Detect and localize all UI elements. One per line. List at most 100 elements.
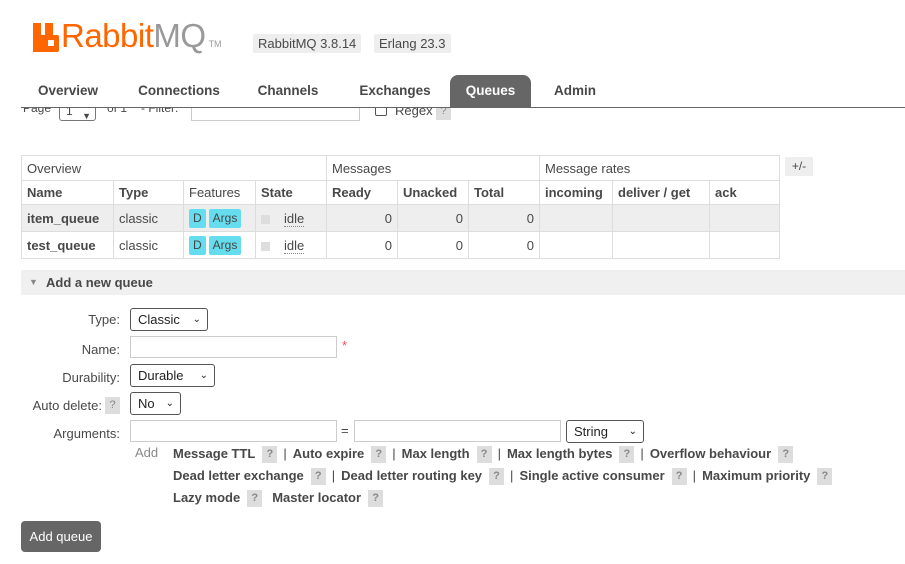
help-icon[interactable]: ?: [262, 446, 278, 464]
help-icon[interactable]: ?: [247, 490, 263, 508]
group-message-rates: Message rates: [539, 155, 780, 181]
col-state[interactable]: State: [255, 180, 327, 205]
queue-name-link[interactable]: test_queue: [21, 231, 114, 259]
queue-incoming: [539, 231, 613, 259]
arg-dead-letter-exchange[interactable]: Dead letter exchange: [173, 468, 304, 483]
argument-shortcuts-line-3: Lazy mode? Master locator?: [173, 490, 384, 508]
durability-select[interactable]: Durable ⌄: [130, 364, 215, 387]
col-features: Features: [183, 180, 256, 205]
help-icon[interactable]: ?: [476, 446, 492, 464]
queue-name-link[interactable]: item_queue: [21, 204, 114, 232]
feature-args-badge: Args: [208, 208, 242, 228]
arg-overflow-behaviour[interactable]: Overflow behaviour: [650, 446, 771, 461]
regex-checkbox[interactable]: [375, 108, 387, 116]
col-total[interactable]: Total: [468, 180, 540, 205]
chevron-down-icon: ⌄: [199, 370, 208, 381]
rabbitmq-logo: RabbitMQ TM: [33, 18, 222, 52]
feature-durable-badge: D: [189, 235, 206, 255]
name-label: Name:: [81, 342, 120, 357]
help-icon[interactable]: ?: [778, 446, 794, 464]
queue-ready: 0: [326, 231, 398, 259]
feature-args-badge: Args: [208, 235, 242, 255]
main-tabs: Overview Connections Channels Exchanges …: [21, 75, 905, 108]
regex-label: Regex: [395, 108, 433, 118]
durability-label: Durability:: [62, 370, 120, 385]
help-icon[interactable]: ?: [619, 446, 635, 464]
tab-exchanges[interactable]: Exchanges: [347, 75, 443, 107]
argument-shortcuts-line-2: Dead letter exchange? | Dead letter routin…: [173, 468, 833, 486]
arg-single-active-consumer[interactable]: Single active consumer: [519, 468, 664, 483]
columns-toggle-button[interactable]: +/-: [785, 157, 813, 176]
group-overview: Overview: [21, 155, 327, 181]
page-select[interactable]: 1 ▼: [59, 108, 96, 121]
regex-help-icon[interactable]: ?: [436, 108, 451, 120]
logo-text: RabbitMQ: [61, 17, 206, 54]
page-of-label: of 1: [107, 108, 128, 115]
argument-shortcuts-line-1: Message TTL? | Auto expire? | Max length? | Ma…: [173, 446, 794, 464]
col-incoming[interactable]: incoming: [539, 180, 613, 205]
rabbitmq-mark-icon: [33, 23, 59, 52]
version-badge: RabbitMQ 3.8.14: [253, 34, 362, 53]
col-type[interactable]: Type: [113, 180, 184, 205]
chevron-down-icon: ⌄: [165, 398, 174, 409]
queue-total: 0: [468, 231, 540, 259]
page-label: Page: [23, 108, 52, 115]
queue-incoming: [539, 204, 613, 232]
auto-delete-select[interactable]: No ⌄: [130, 392, 181, 415]
queue-ready: 0: [326, 204, 398, 232]
chevron-down-icon: ⌄: [628, 426, 637, 437]
queue-type: classic: [113, 231, 184, 259]
tab-connections[interactable]: Connections: [128, 75, 230, 107]
arg-dead-letter-routing-key[interactable]: Dead letter routing key: [341, 468, 482, 483]
help-icon[interactable]: ?: [371, 446, 387, 464]
group-messages: Messages: [326, 155, 540, 181]
tab-overview[interactable]: Overview: [27, 75, 109, 107]
state-indicator-icon: [261, 214, 270, 224]
help-icon[interactable]: ?: [489, 468, 505, 486]
arg-max-length-bytes[interactable]: Max length bytes: [507, 446, 612, 461]
auto-delete-help-icon[interactable]: ?: [105, 397, 120, 414]
queue-ack: [709, 231, 780, 259]
arg-message-ttl[interactable]: Message TTL: [173, 446, 255, 461]
queue-features: D Args: [183, 204, 256, 232]
argument-key-input[interactable]: [130, 420, 337, 442]
col-ack[interactable]: ack: [709, 180, 780, 205]
col-ready[interactable]: Ready: [326, 180, 398, 205]
required-mark: *: [342, 338, 348, 353]
argument-value-input[interactable]: [354, 420, 561, 442]
add-argument-link[interactable]: Add: [135, 445, 158, 460]
help-icon[interactable]: ?: [671, 468, 687, 486]
tab-channels[interactable]: Channels: [248, 75, 328, 107]
filter-input[interactable]: [191, 108, 360, 121]
help-icon[interactable]: ?: [368, 490, 384, 508]
queues-table: Overview Messages Message rates Name Typ…: [21, 155, 780, 259]
arg-max-length[interactable]: Max length: [402, 446, 470, 461]
add-queue-section-toggle[interactable]: ▼ Add a new queue: [21, 270, 905, 295]
feature-durable-badge: D: [189, 208, 206, 228]
col-name[interactable]: Name: [21, 180, 114, 205]
tab-admin[interactable]: Admin: [544, 75, 606, 107]
arg-maximum-priority[interactable]: Maximum priority: [702, 468, 810, 483]
queue-deliver-get: [612, 231, 710, 259]
chevron-down-icon: ▼: [82, 111, 91, 121]
filter-label: - Filter:: [141, 108, 179, 115]
col-unacked[interactable]: Unacked: [397, 180, 469, 205]
arg-auto-expire[interactable]: Auto expire: [293, 446, 365, 461]
col-deliver-get[interactable]: deliver / get: [612, 180, 710, 205]
tab-queues[interactable]: Queues: [450, 75, 531, 107]
argument-type-select[interactable]: String ⌄: [566, 420, 644, 443]
arguments-label: Arguments:: [53, 426, 120, 441]
arg-lazy-mode[interactable]: Lazy mode: [173, 490, 240, 505]
queue-features: D Args: [183, 231, 256, 259]
logo-tm: TM: [208, 39, 222, 49]
add-queue-button[interactable]: Add queue: [21, 521, 101, 552]
state-indicator-icon: [261, 241, 270, 251]
help-icon[interactable]: ?: [310, 468, 326, 486]
queue-state: idle: [255, 204, 327, 232]
queue-ack: [709, 204, 780, 232]
help-icon[interactable]: ?: [817, 468, 833, 486]
queue-name-input[interactable]: [130, 336, 337, 358]
arg-master-locator[interactable]: Master locator: [272, 490, 361, 505]
type-select[interactable]: Classic ⌄: [130, 308, 208, 331]
queue-total: 0: [468, 204, 540, 232]
